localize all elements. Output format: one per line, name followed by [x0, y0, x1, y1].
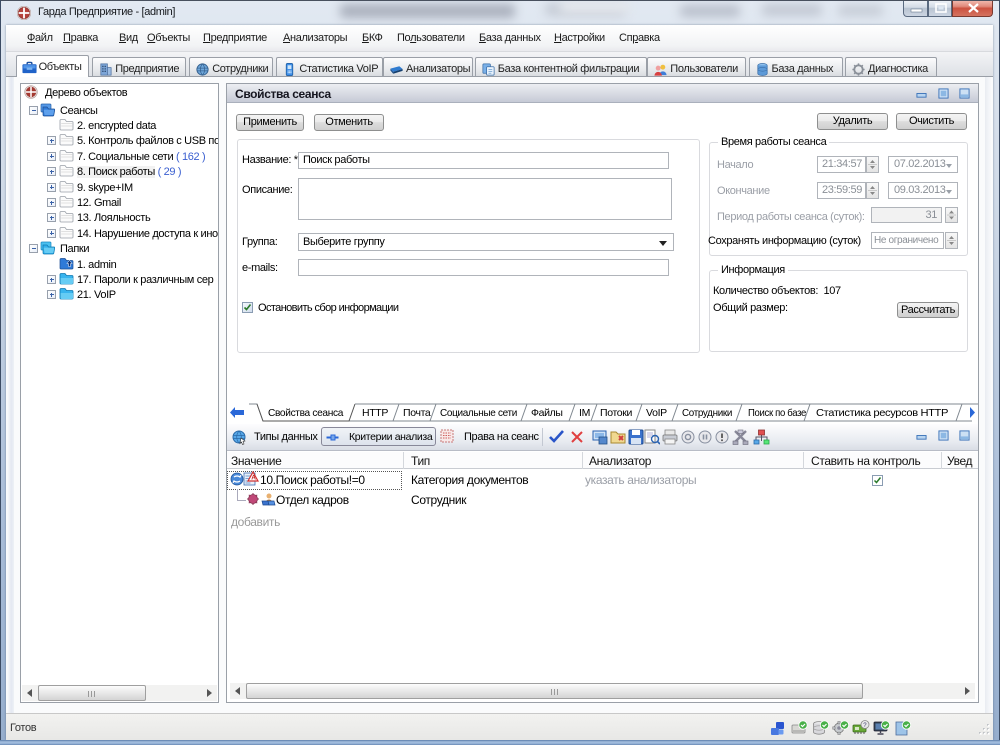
- svg-text:Социальные сети: Социальные сети: [440, 407, 517, 419]
- svg-text:Почта: Почта: [403, 407, 431, 419]
- svg-text:Поиск по базе: Поиск по базе: [748, 407, 806, 419]
- svg-text:Статистика ресурсов HTTP: Статистика ресурсов HTTP: [816, 407, 948, 419]
- svg-text:Файлы: Файлы: [531, 407, 563, 419]
- svg-text:A: A: [251, 475, 256, 482]
- svg-text:HTTP: HTTP: [362, 407, 388, 419]
- svg-text:IM: IM: [579, 407, 590, 419]
- svg-text:Потоки: Потоки: [600, 407, 633, 419]
- svg-text:Сотрудники: Сотрудники: [682, 407, 732, 419]
- svg-text:VoIP: VoIP: [646, 407, 667, 419]
- svg-text:Свойства сеанса: Свойства сеанса: [268, 407, 343, 419]
